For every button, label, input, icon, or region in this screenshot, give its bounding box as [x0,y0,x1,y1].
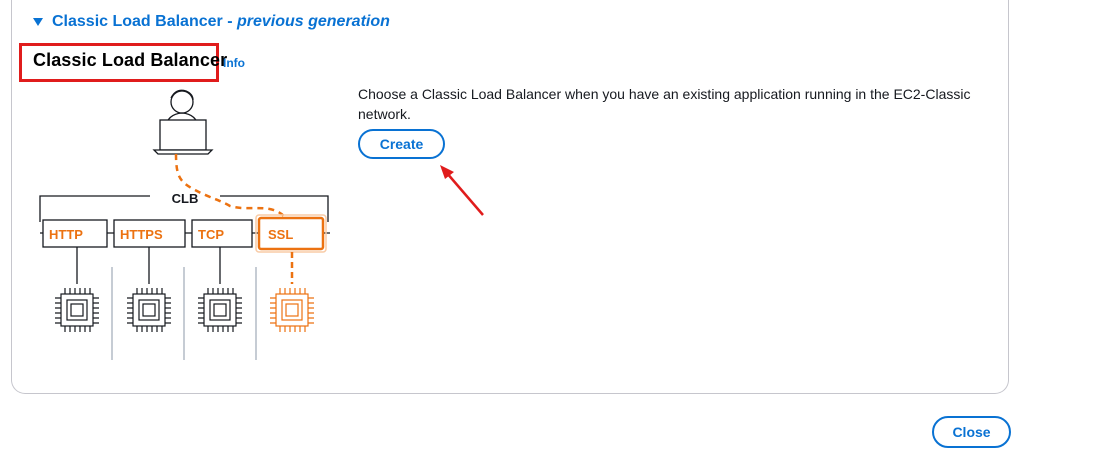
close-button[interactable]: Close [932,416,1011,448]
chip-icon [198,288,242,332]
listener-label-ssl: SSL [268,227,293,242]
listener-label-http: HTTP [49,227,83,242]
section-toggle-classic[interactable]: Classic Load Balancer - previous generat… [32,11,390,33]
laptop-icon [152,119,214,155]
info-link[interactable]: Info [223,56,245,70]
annotation-arrow [440,165,484,216]
chip-icon [55,288,99,332]
clb-label: CLB [172,191,199,206]
section-toggle-suffix: previous generation [236,13,390,30]
caret-down-icon [33,18,43,26]
section-toggle-separator: - [222,13,237,30]
section-toggle-label: Classic Load Balancer [52,13,223,30]
create-button[interactable]: Create [358,129,445,159]
traffic-path [174,153,286,218]
clb-diagram: CLB HTTP HTTPS TCP SSL [39,89,330,360]
listener-tcp: TCP [191,219,253,248]
listener-https: HTTPS [113,219,186,248]
listener-ssl: SSL [255,214,327,253]
card-description: Choose a Classic Load Balancer when you … [358,86,971,122]
listener-http: HTTP [42,219,108,248]
listener-label-tcp: TCP [198,227,224,242]
card-title: Classic Load Balancer [33,50,228,70]
listener-label-https: HTTPS [120,227,163,242]
chip-icon [127,288,171,332]
page: Classic Load Balancer - previous generat… [0,0,1102,475]
chip-icon-highlighted [270,288,314,332]
